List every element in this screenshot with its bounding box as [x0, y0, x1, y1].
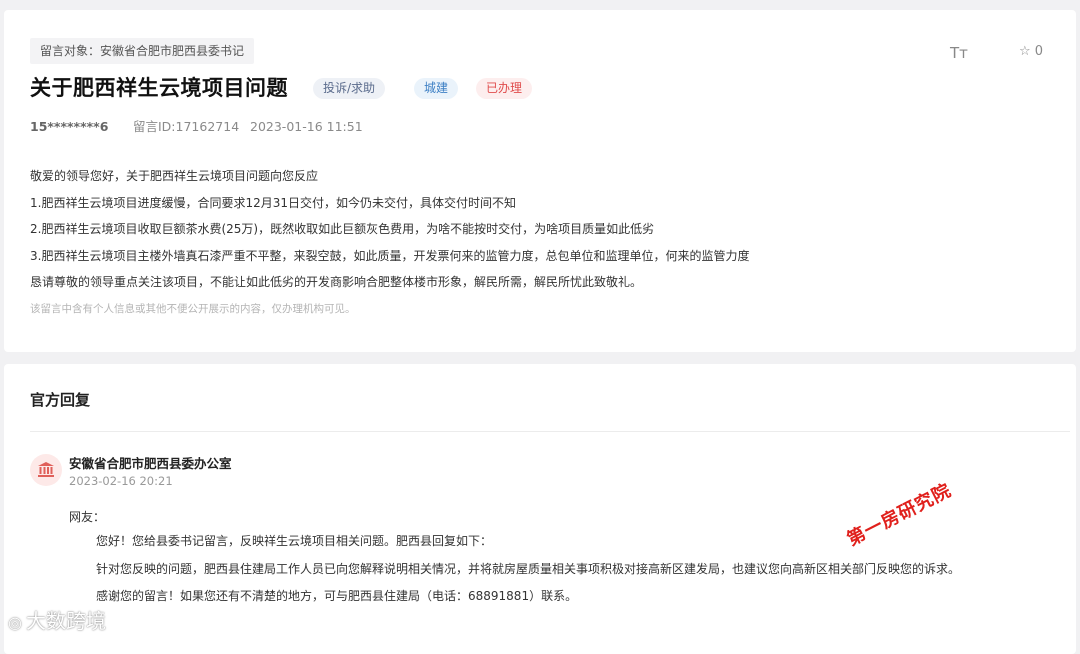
official-reply-heading: 官方回复 — [30, 391, 91, 409]
font-size-icon[interactable]: Tт — [950, 44, 968, 62]
privacy-notice: 该留言中含有个人信息或其他不便公开展示的内容，仅办理机构可见。 — [30, 303, 356, 315]
favorite-button[interactable]: ☆ 0 — [1019, 44, 1043, 59]
message-date: 2023-01-16 11:51 — [250, 119, 363, 134]
star-icon: ☆ — [1019, 44, 1031, 59]
logo-icon: ◎ — [8, 613, 22, 632]
type-badge[interactable]: 城建 — [414, 78, 459, 99]
reply-greeting: 网友： — [69, 510, 106, 524]
status-badge: 已办理 — [476, 78, 533, 99]
message-title: 关于肥西祥生云境项目问题 — [30, 76, 288, 100]
message-line: 2.肥西祥生云境项目收取巨额茶水费(25万)，既然收取如此巨额灰色费用，为啥不能… — [30, 222, 655, 236]
category-badge[interactable]: 投诉/求助 — [313, 78, 386, 99]
reply-body: 您好！您给县委书记留言，反映祥生云境项目相关问题。肥西县回复如下： 针对您反映的… — [96, 528, 1056, 611]
divider — [30, 431, 1070, 432]
logo-watermark: ◎ 大数跨境 — [8, 605, 106, 634]
favorite-count: 0 — [1034, 44, 1044, 59]
reply-organization: 安徽省合肥市肥西县委办公室 — [69, 456, 232, 471]
reply-date: 2023-02-16 20:21 — [69, 474, 173, 488]
message-line: 敬爱的领导您好，关于肥西祥生云境项目问题向您反应 — [30, 169, 319, 183]
message-line: 恳请尊敬的领导重点关注该项目，不能让如此低劣的开发商影响合肥整体楼市形象，解民所… — [30, 275, 643, 289]
message-id: 留言ID:17162714 — [133, 119, 240, 134]
message-line: 1.肥西祥生云境项目进度缓慢，合同要求12月31日交付，如今仍未交付，具体交付时… — [30, 195, 516, 210]
government-building-icon — [30, 454, 62, 486]
message-body: 敬爱的领导您好，关于肥西祥生云境项目问题向您反应 1.肥西祥生云境项目进度缓慢，… — [30, 163, 1030, 296]
logo-watermark-text: 大数跨境 — [25, 609, 106, 633]
message-line: 3.肥西祥生云境项目主楼外墙真石漆严重不平整，来裂空鼓，如此质量，开发票何来的监… — [30, 248, 750, 263]
user-id: 15********6 — [30, 119, 109, 134]
reply-line: 您好！您给县委书记留言，反映祥生云境项目相关问题。肥西县回复如下： — [96, 534, 493, 548]
reply-line: 针对您反映的问题，肥西县住建局工作人员已向您解释说明相关情况，并将就房屋质量相关… — [96, 561, 961, 576]
message-target-tag: 留言对象：安徽省合肥市肥西县委书记 — [30, 38, 255, 64]
reply-line: 感谢您的留言！如果您还有不清楚的地方，可与肥西县住建局（电话：68891881）… — [96, 589, 578, 603]
